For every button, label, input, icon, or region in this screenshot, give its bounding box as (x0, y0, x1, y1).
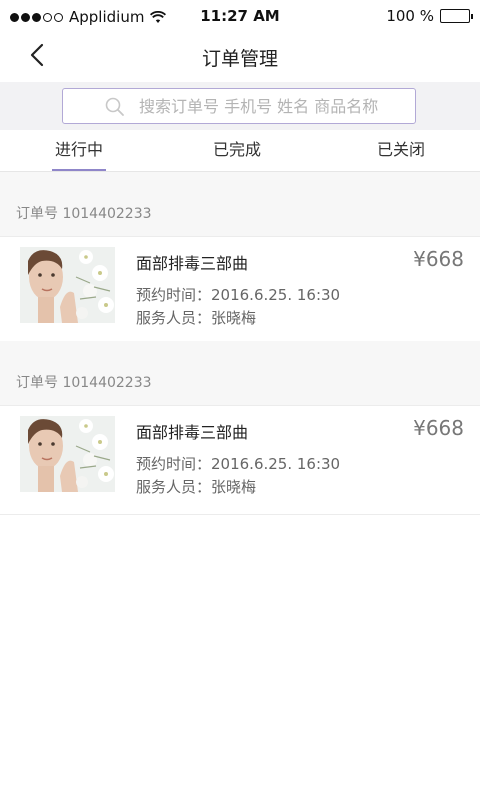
service-staff: 服务人员：张晓梅 (136, 478, 257, 496)
search-input[interactable] (139, 89, 407, 123)
tab-completed[interactable]: 已完成 (210, 130, 264, 172)
order-number: 订单号 1014402233 (16, 206, 152, 222)
appointment-time: 预约时间：2016.6.25. 16:30 (136, 286, 341, 304)
status-bar: Applidium 11:27 AM 100 % (0, 0, 480, 34)
appointment-time: 预约时间：2016.6.25. 16:30 (136, 455, 341, 473)
order-header: 订单号 1014402233 (0, 172, 480, 236)
search-icon (105, 97, 125, 121)
battery-percent: 100 % (386, 7, 434, 25)
nav-bar: 订单管理 (0, 34, 480, 82)
service-staff: 服务人员：张晓梅 (136, 309, 257, 327)
tab-in-progress[interactable]: 进行中 (52, 130, 106, 172)
tab-bar: 进行中 已完成 已关闭 (0, 130, 480, 172)
order-header: 订单号 1014402233 (0, 341, 480, 405)
item-price: ¥668 (413, 247, 464, 271)
tab-closed[interactable]: 已关闭 (374, 130, 428, 172)
search-area (0, 82, 480, 130)
order-number: 订单号 1014402233 (16, 375, 152, 391)
order-item[interactable]: 面部排毒三部曲 预约时间：2016.6.25. 16:30 服务人员：张晓梅 ¥… (0, 236, 480, 346)
product-image (20, 416, 115, 492)
battery-icon (440, 9, 473, 23)
order-card: 订单号 1014402233 面部排毒三部曲 预约时间：2016.6.25. 1… (0, 341, 480, 515)
page-title: 订单管理 (201, 48, 278, 70)
item-name: 面部排毒三部曲 (136, 423, 249, 442)
order-item[interactable]: 面部排毒三部曲 预约时间：2016.6.25. 16:30 服务人员：张晓梅 ¥… (0, 405, 480, 515)
order-list: 订单号 1014402233 面部排毒三部曲 预约时间：2016.6.25. 1… (0, 172, 480, 515)
search-box[interactable] (62, 88, 416, 124)
item-name: 面部排毒三部曲 (136, 254, 249, 273)
product-image (20, 247, 115, 323)
order-card: 订单号 1014402233 面部排毒三部曲 预约时间：2016.6.25. 1… (0, 172, 480, 346)
battery-group: 100 % (386, 7, 473, 25)
item-price: ¥668 (413, 416, 464, 440)
